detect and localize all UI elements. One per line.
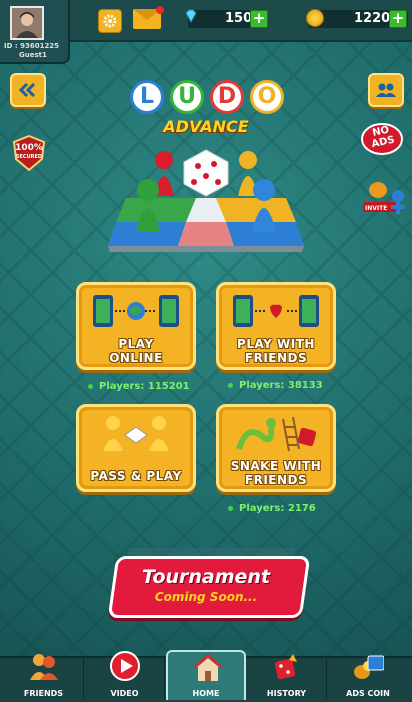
add-coins-button[interactable]: + — [389, 10, 407, 28]
add-gems-button[interactable]: + — [250, 10, 268, 28]
ludo-logo: L U D O — [128, 80, 284, 116]
friends-devices-icon — [233, 295, 319, 327]
diamond-icon — [185, 9, 197, 24]
nav-video-label: VIDEO — [110, 689, 139, 698]
settings-gear-icon[interactable] — [98, 9, 122, 33]
play-with-friends-line1: PLAY WITH — [237, 337, 315, 351]
avatar-image — [12, 8, 42, 38]
back-button[interactable] — [10, 73, 46, 107]
snake-ladder-icon — [236, 416, 317, 452]
notification-dot — [156, 6, 164, 14]
logo-letter-o: O — [250, 80, 284, 114]
double-chevron-left-icon — [18, 83, 36, 97]
nav-video[interactable]: VIDEO — [85, 651, 165, 700]
ludo-board-illustration — [108, 149, 304, 252]
play-with-friends-button[interactable]: PLAY WITH FRIENDS — [216, 282, 336, 370]
invite-label: INVITE — [365, 205, 388, 212]
pass-and-play-label: PASS & PLAY — [90, 469, 182, 483]
tournament-subtitle: Coming Soon... — [154, 590, 258, 604]
home-icon — [193, 654, 223, 681]
play-online-line2: ONLINE — [109, 351, 163, 365]
logo-letter-l: L — [130, 80, 164, 114]
secured-percent: 100% — [15, 143, 43, 153]
play-online-players: Players: 115201 — [88, 381, 190, 392]
play-online-line1: PLAY — [118, 337, 154, 351]
friends-list-button[interactable] — [368, 73, 404, 107]
play-online-button[interactable]: PLAY ONLINE — [76, 282, 196, 370]
ads-coin-icon — [354, 655, 384, 679]
pass-play-players-icon — [103, 416, 169, 451]
video-play-icon — [110, 651, 140, 681]
user-id: ID : 93601225 — [4, 42, 60, 50]
secured-label: SECURED — [15, 154, 43, 160]
play-with-friends-line2: FRIENDS — [244, 351, 308, 365]
invite-button[interactable]: INVITE — [360, 178, 410, 220]
logo-letter-d: D — [210, 80, 244, 114]
snake-with-friends-button[interactable]: SNAKE WITH FRIENDS — [216, 404, 336, 492]
nav-home[interactable]: HOME — [166, 650, 246, 700]
logo-subtitle: ADVANCE — [163, 117, 249, 136]
avatar[interactable] — [10, 6, 44, 40]
snake-with-friends-players: Players: 2176 — [228, 503, 316, 514]
no-ads-button[interactable]: NO ADS — [361, 122, 403, 156]
nav-home-label: HOME — [192, 689, 220, 698]
nav-friends[interactable]: FRIENDS — [4, 654, 84, 700]
nav-history-label: HISTORY — [266, 689, 307, 698]
nav-ads-coin-label: ADS COIN — [346, 689, 390, 698]
friends-icon — [30, 654, 58, 680]
online-devices-icon — [93, 295, 179, 327]
secured-badge: 100% SECURED — [12, 134, 46, 172]
play-with-friends-players: Players: 38133 — [228, 380, 323, 391]
pass-and-play-button[interactable]: PASS & PLAY — [76, 404, 196, 492]
nav-friends-label: FRIENDS — [23, 689, 64, 698]
tournament-title: Tournament — [141, 566, 271, 588]
profile-panel[interactable]: ID : 93601225 Guest1 — [0, 0, 70, 64]
snake-with-friends-line2: FRIENDS — [244, 473, 308, 487]
coin-count: 1220 — [354, 11, 391, 26]
nav-ads-coin[interactable]: ADS COIN — [328, 655, 408, 700]
users-icon — [376, 83, 396, 97]
logo-letter-u: U — [170, 80, 204, 114]
gem-count: 150 — [225, 11, 253, 26]
snake-with-friends-line1: SNAKE WITH — [230, 459, 322, 473]
dice-history-icon — [274, 654, 297, 680]
user-name: Guest1 — [19, 51, 47, 59]
coin-icon — [306, 9, 324, 27]
nav-history[interactable]: HISTORY — [247, 654, 327, 700]
